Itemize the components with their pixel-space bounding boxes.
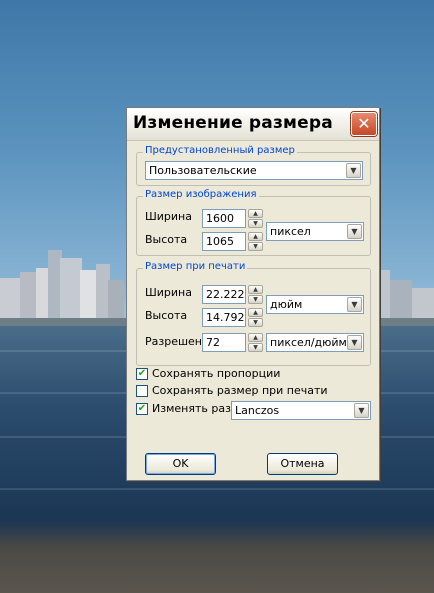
keep-proportions-label: Сохранять пропорции xyxy=(152,367,281,380)
close-button[interactable]: ✕ xyxy=(351,112,377,136)
keep-print-size-label: Сохранять размер при печати xyxy=(152,384,328,397)
print-height-label: Высота xyxy=(145,309,188,322)
resolution-unit-select[interactable]: пиксел/дюйм ▼ xyxy=(266,333,364,352)
preset-select[interactable]: Пользовательские ▼ xyxy=(145,161,363,180)
resolution-label: Разрешение xyxy=(145,335,202,348)
chevron-down-icon[interactable]: ▼ xyxy=(347,224,362,239)
image-height-stepper[interactable]: ▲ ▼ xyxy=(248,232,263,251)
resolution-unit-value: пиксел/дюйм xyxy=(270,336,347,349)
ok-button[interactable]: OK xyxy=(145,453,216,475)
resize-dialog: Изменение размера ✕ Предустановленный ра… xyxy=(126,107,380,481)
image-unit-value: пиксел xyxy=(270,225,311,238)
spin-up-icon[interactable]: ▲ xyxy=(248,232,263,241)
resolution-stepper[interactable]: ▲ ▼ xyxy=(248,333,263,352)
print-height-stepper[interactable]: ▲ ▼ xyxy=(248,308,263,327)
beach xyxy=(0,520,434,593)
preset-value: Пользовательские xyxy=(149,164,257,177)
resample-method-select[interactable]: Lanczos ▼ xyxy=(231,401,371,420)
spin-down-icon[interactable]: ▼ xyxy=(248,343,263,352)
image-unit-select[interactable]: пиксел ▼ xyxy=(266,222,364,241)
resample-method-value: Lanczos xyxy=(235,404,280,417)
print-width-label: Ширина xyxy=(145,286,192,299)
print-height-field[interactable]: 14.792 xyxy=(202,308,246,327)
resample-checkbox[interactable]: ✔ xyxy=(136,403,148,415)
dialog-titlebar[interactable]: Изменение размера ✕ xyxy=(127,108,379,141)
image-height-field[interactable]: 1065 xyxy=(202,232,246,251)
resample-label: Изменять разрешение xyxy=(152,402,232,415)
print-size-legend: Размер при печати xyxy=(143,261,248,272)
image-width-label: Ширина xyxy=(145,210,192,223)
image-size-legend: Размер изображения xyxy=(143,189,259,200)
keep-proportions-checkbox[interactable]: ✔ xyxy=(136,368,148,380)
image-height-label: Высота xyxy=(145,233,188,246)
spin-up-icon[interactable]: ▲ xyxy=(248,308,263,317)
print-unit-value: дюйм xyxy=(270,298,303,311)
spin-up-icon[interactable]: ▲ xyxy=(248,285,263,294)
image-size-group: Размер изображения Ширина 1600 ▲ ▼ Высот… xyxy=(136,189,371,256)
print-unit-select[interactable]: дюйм ▼ xyxy=(266,295,364,314)
resolution-field[interactable]: 72 xyxy=(202,333,246,352)
image-width-stepper[interactable]: ▲ ▼ xyxy=(248,209,263,228)
preset-legend: Предустановленный размер xyxy=(143,145,297,156)
preset-group: Предустановленный размер Пользовательски… xyxy=(136,145,371,186)
spin-down-icon[interactable]: ▼ xyxy=(248,318,263,327)
dialog-title: Изменение размера xyxy=(133,113,333,133)
spin-down-icon[interactable]: ▼ xyxy=(248,219,263,228)
cancel-button[interactable]: Отмена xyxy=(267,453,338,475)
spin-down-icon[interactable]: ▼ xyxy=(248,242,263,251)
print-size-group: Размер при печати Ширина 22.222 ▲ ▼ Высо… xyxy=(136,261,371,366)
wave xyxy=(0,488,434,490)
print-width-stepper[interactable]: ▲ ▼ xyxy=(248,285,263,304)
close-icon: ✕ xyxy=(357,114,371,133)
chevron-down-icon[interactable]: ▼ xyxy=(347,335,362,350)
print-width-field[interactable]: 22.222 xyxy=(202,285,246,304)
chevron-down-icon[interactable]: ▼ xyxy=(347,297,362,312)
spin-up-icon[interactable]: ▲ xyxy=(248,209,263,218)
keep-print-size-checkbox[interactable] xyxy=(136,385,148,397)
chevron-down-icon[interactable]: ▼ xyxy=(354,403,369,418)
chevron-down-icon[interactable]: ▼ xyxy=(346,163,361,178)
spin-up-icon[interactable]: ▲ xyxy=(248,333,263,342)
image-width-field[interactable]: 1600 xyxy=(202,209,246,228)
spin-down-icon[interactable]: ▼ xyxy=(248,295,263,304)
